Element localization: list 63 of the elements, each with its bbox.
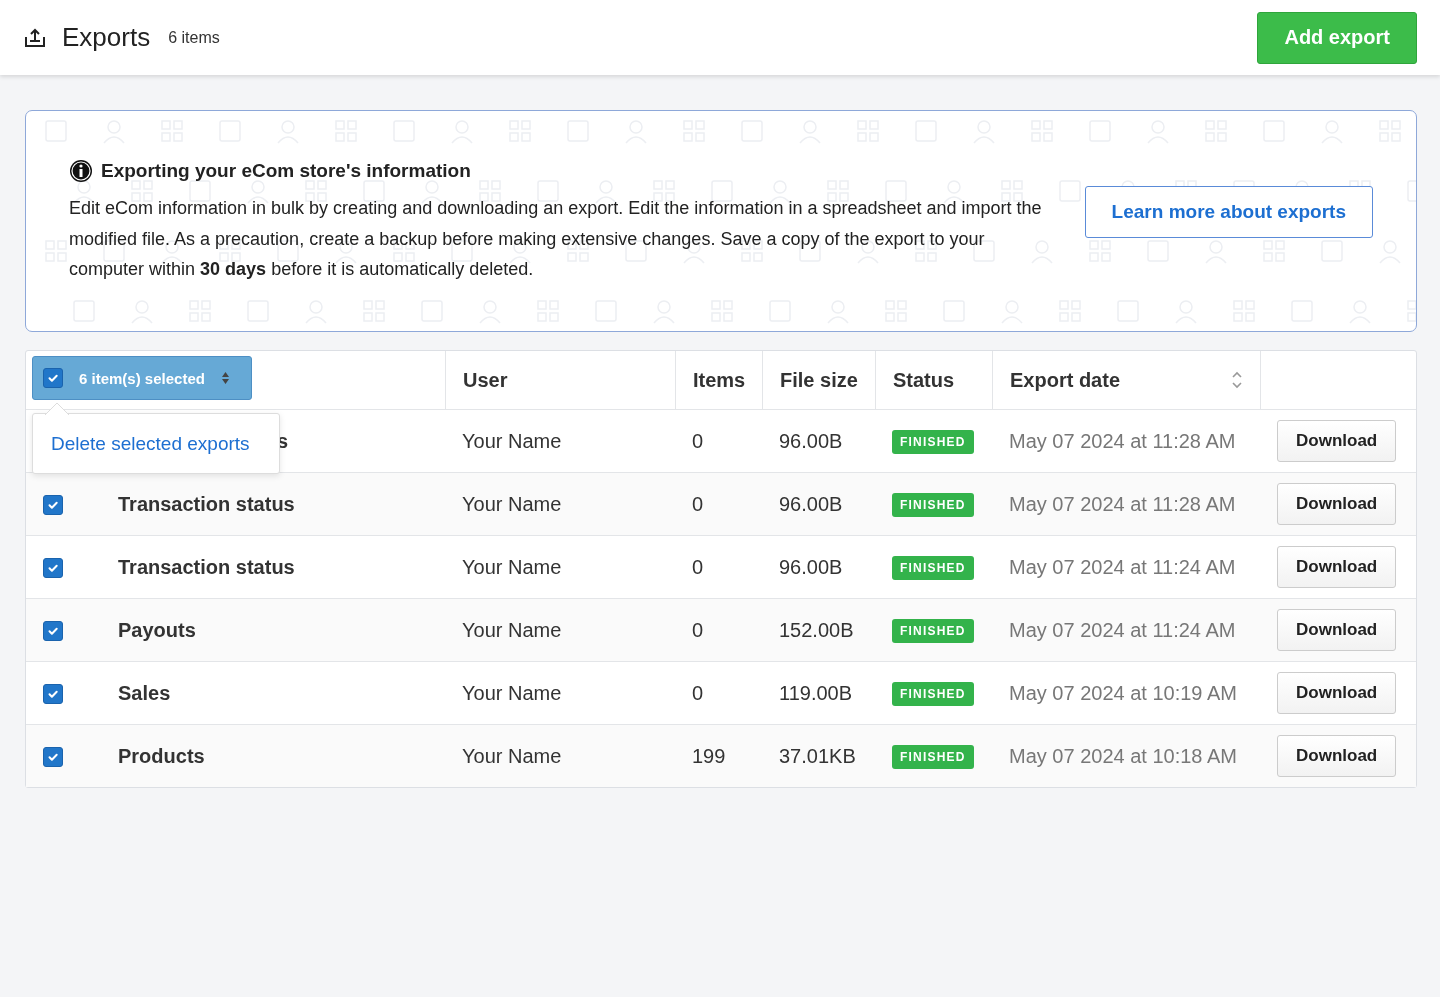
table-cell: May 07 2024 at 10:19 AM [1009,681,1237,704]
checkbox[interactable] [43,494,63,515]
download-button[interactable]: Download [1277,735,1397,777]
banner-text: Edit eCom information in bulk by creating and downloading an export. Edit the information in a spreadsheet and import the modified file. As a precaution, create a backup before making extensive changes. Save a copy of the export to your computer within 30 days before it is automatically deleted. [69,197,1043,281]
status-badge: FINISHED [892,556,974,580]
table-cell: 0 [692,429,704,452]
table-cell: Your Name [462,744,562,767]
table-cell: 152.00B [779,618,854,641]
table-cell: 0 [692,618,704,641]
checkbox[interactable] [43,746,63,767]
sort-icon[interactable] [1231,370,1243,390]
table-cell: 119.00B [779,681,853,704]
table-cell: Your Name [462,555,562,578]
table-cell: Your Name [462,681,562,704]
download-button[interactable]: Download [1277,420,1397,462]
table-cell: May 07 2024 at 10:18 AM [1009,744,1237,767]
table-cell: Your Name [462,429,562,452]
menu-item[interactable]: Delete selected exports [51,433,250,454]
table-cell: 96.00B [779,555,843,578]
table-cell: 96.00B [779,492,843,515]
download-button[interactable]: Download [1277,672,1397,714]
status-badge: FINISHED [892,619,974,643]
table-cell: May 07 2024 at 11:24 AM [1009,555,1236,578]
info-icon [69,159,93,183]
column-header: Status [893,368,955,392]
table-cell: 0 [692,555,704,578]
checkbox[interactable] [43,683,63,704]
download-button[interactable]: Download [1277,609,1397,651]
status-badge: FINISHED [892,493,974,517]
checkbox[interactable] [43,620,63,641]
table-cell: May 07 2024 at 11:28 AM [1009,492,1236,515]
banner-title: Exporting your eCom store's information [101,160,471,182]
column-header: File size [780,368,858,392]
sort-icon [220,371,230,385]
table-cell: 0 [692,681,704,704]
export-name: Payouts [118,618,196,641]
table-cell: 199 [692,744,726,767]
export-name: Products [118,744,205,767]
checkbox[interactable] [43,368,63,388]
checkbox[interactable] [43,557,63,578]
download-button[interactable]: Download [1277,483,1397,525]
status-badge: FINISHED [892,682,974,706]
table-cell: Your Name [462,492,562,515]
learn-more-button[interactable]: Learn more about exports [1084,185,1373,238]
export-icon [24,27,46,48]
table-cell: May 07 2024 at 11:28 AM [1009,429,1236,452]
column-header[interactable]: Export date [1010,368,1121,392]
table-cell: 37.01KB [779,744,856,767]
export-name: Transaction status [118,555,295,578]
column-header: Items [693,368,746,392]
item-count: 6 items [168,28,220,47]
status-badge: FINISHED [892,430,974,454]
table-cell: 96.00B [779,429,843,452]
download-button[interactable]: Download [1277,546,1397,588]
export-name: Transaction status [118,492,295,515]
page-title: Exports [62,22,151,53]
export-name: Sales [118,681,171,704]
table-cell: 0 [692,492,704,515]
table-cell: May 07 2024 at 11:24 AM [1009,618,1236,641]
checkmark-icon [47,372,59,384]
status-badge: FINISHED [892,745,974,769]
table-cell: Your Name [462,618,562,641]
column-header: User [463,368,508,392]
